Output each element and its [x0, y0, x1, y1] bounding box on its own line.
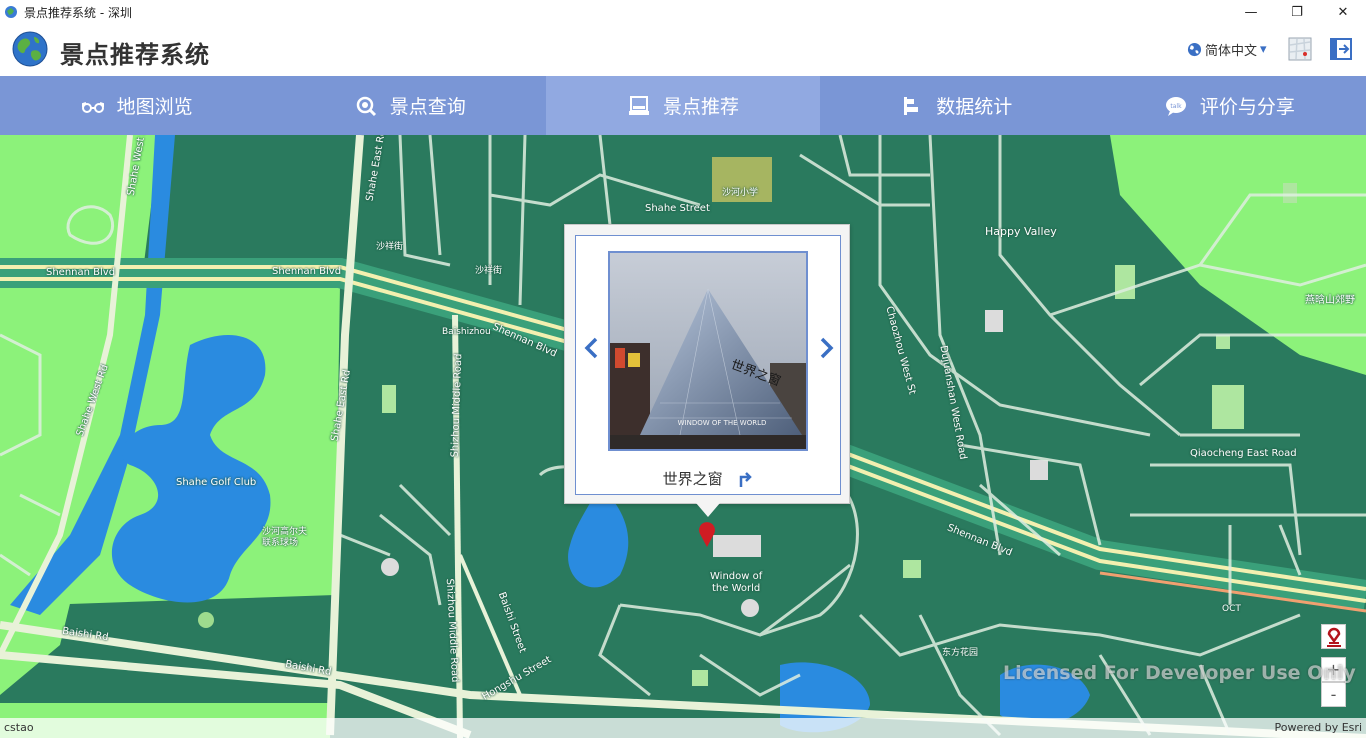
attraction-photo: 世界之窗 WINDOW OF THE WORLD	[608, 251, 808, 451]
map-label: Qiaocheng East Road	[1190, 448, 1297, 459]
map-label: Window of the World	[710, 571, 763, 594]
map-thumbnail-icon	[1288, 37, 1312, 61]
navigate-route-icon[interactable]	[737, 469, 753, 487]
app-header: 景点推荐系统 简体中文 ▾	[0, 24, 1366, 76]
map-label: OCT	[1222, 604, 1241, 614]
app-icon	[5, 6, 17, 18]
tab-label: 景点查询	[389, 96, 466, 118]
prev-arrow-icon[interactable]	[582, 336, 602, 360]
chevron-down-icon: ▾	[1260, 42, 1267, 57]
map-thumbnail-button[interactable]	[1288, 37, 1312, 61]
map-label: 燕晗山郊野	[1305, 295, 1355, 306]
tab-label: 评价与分享	[1199, 96, 1295, 118]
map-view[interactable]: Shahe West Rd Shahe East Rd Shahe Street…	[0, 135, 1366, 738]
attraction-name: 世界之窗	[662, 470, 723, 488]
bar-chart-icon	[904, 96, 919, 115]
main-navbar: 地图浏览 景点查询 景点推荐 数据统计 talk 评价与分享	[0, 76, 1366, 135]
map-label: Shennan Blvd	[272, 266, 342, 277]
attraction-photo-image: 世界之窗 WINDOW OF THE WORLD	[610, 253, 806, 449]
tab-label: 地图浏览	[116, 96, 193, 118]
map-label: 沙河高尔夫 联系球场	[262, 527, 308, 548]
map-label: 沙祥街	[376, 242, 404, 252]
minimize-button[interactable]: —	[1228, 0, 1274, 24]
close-button[interactable]: ✕	[1320, 0, 1366, 24]
restore-button[interactable]: ❐	[1274, 0, 1320, 24]
logout-button[interactable]	[1329, 37, 1353, 61]
map-label: 沙河小学	[722, 188, 759, 198]
license-watermark: Licensed For Developer Use Only	[1003, 662, 1356, 684]
location-marker-icon	[1326, 627, 1341, 647]
map-label: Shennan Blvd	[46, 267, 116, 278]
monitor-icon	[629, 95, 649, 115]
language-selector[interactable]: 简体中文 ▾	[1187, 40, 1267, 59]
attribution-esri: Powered by Esri	[1274, 721, 1362, 734]
globe-icon	[1187, 42, 1202, 57]
window-title: 景点推荐系统 - 深圳	[24, 5, 132, 20]
tab-data-statistics[interactable]: 数据统计	[820, 76, 1093, 135]
attribution-author: cstao	[4, 721, 34, 734]
chat-bubble-icon: talk	[1165, 96, 1186, 116]
next-arrow-icon[interactable]	[816, 336, 836, 360]
map-label: Shahe Street	[645, 203, 710, 214]
locate-button[interactable]	[1321, 624, 1346, 649]
app-title: 景点推荐系统	[60, 41, 210, 69]
attraction-popup: 世界之窗 WINDOW OF THE WORLD 世界之窗	[564, 224, 850, 517]
location-pin-icon[interactable]	[698, 521, 716, 547]
tab-attraction-search[interactable]: 景点查询	[273, 76, 546, 135]
glasses-icon	[81, 101, 104, 113]
map-label: Happy Valley	[985, 225, 1057, 238]
photo-caption: WINDOW OF THE WORLD	[678, 419, 767, 427]
map-attribution-bar: cstao Powered by Esri	[0, 718, 1366, 738]
popup-tail	[696, 503, 720, 517]
map-label: 东方花园	[942, 648, 979, 658]
attraction-name-row: 世界之窗	[576, 468, 840, 489]
svg-text:talk: talk	[1170, 103, 1182, 110]
language-label: 简体中文	[1205, 44, 1258, 59]
globe-logo-icon	[12, 31, 48, 67]
tab-label: 数据统计	[936, 96, 1013, 118]
tab-label: 景点推荐	[663, 96, 740, 118]
tab-attraction-recommend[interactable]: 景点推荐	[546, 76, 820, 135]
tab-review-share[interactable]: talk 评价与分享	[1093, 76, 1366, 135]
tab-map-browse[interactable]: 地图浏览	[0, 76, 273, 135]
map-label: Shahe Golf Club	[176, 477, 257, 488]
window-titlebar: 景点推荐系统 - 深圳 — ❐ ✕	[0, 0, 1366, 24]
popup-content: 世界之窗 WINDOW OF THE WORLD 世界之窗	[575, 235, 841, 495]
map-label: 沙祥街	[475, 266, 503, 276]
zoom-out-button[interactable]: -	[1321, 682, 1346, 707]
search-icon	[356, 96, 376, 116]
logout-icon	[1330, 38, 1352, 60]
map-label: Baishizhou	[442, 327, 491, 337]
